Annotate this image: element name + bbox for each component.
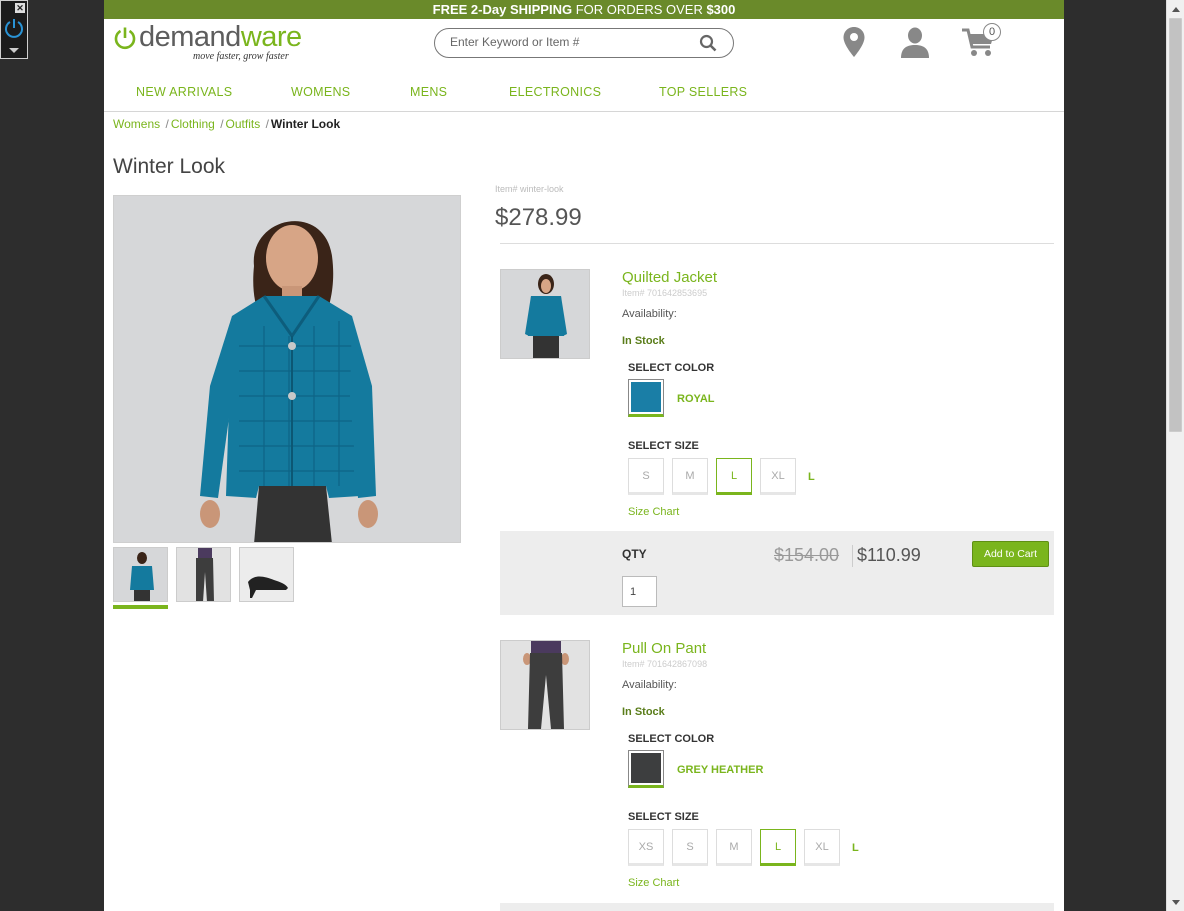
size-option-xl[interactable]: XL — [804, 829, 840, 866]
thumbnail-selected-indicator — [113, 605, 168, 609]
scroll-down-arrow-icon[interactable] — [1172, 900, 1180, 905]
breadcrumb-womens[interactable]: Womens — [113, 117, 160, 131]
sale-price: $110.99 — [857, 545, 921, 565]
selected-color-name: ROYAL — [677, 393, 715, 405]
product-name[interactable]: Quilted Jacket — [622, 269, 717, 286]
size-chart-link[interactable]: Size Chart — [628, 877, 679, 889]
jacket-thumb-illustration — [501, 270, 589, 358]
add-to-cart-bar-partial — [500, 903, 1054, 911]
set-price: $278.99 — [495, 204, 582, 231]
divider — [500, 243, 1054, 244]
nav-womens[interactable]: WOMENS — [291, 85, 350, 99]
vertical-scrollbar[interactable] — [1166, 0, 1184, 911]
original-price: $154.00 — [774, 545, 840, 565]
page: FREE 2-Day SHIPPING FOR ORDERS OVER $300… — [104, 0, 1064, 911]
qty-label: QTY — [622, 547, 647, 561]
dropdown-arrow-icon[interactable] — [9, 48, 19, 53]
swatch-fill — [631, 753, 661, 783]
model-jacket-illustration — [114, 196, 460, 542]
selected-size-value: L — [852, 842, 859, 854]
cart-count-badge: 0 — [983, 23, 1001, 41]
main-nav: NEW ARRIVALS WOMENS MENS ELECTRONICS TOP… — [104, 74, 1064, 112]
product-image[interactable] — [500, 640, 590, 730]
select-size-label: SELECT SIZE — [628, 440, 699, 452]
store-locator-icon[interactable] — [842, 26, 866, 58]
scroll-up-arrow-icon[interactable] — [1172, 7, 1180, 12]
breadcrumb-outfits[interactable]: Outfits — [226, 117, 261, 131]
thumbnail-pant[interactable] — [176, 547, 231, 602]
cart-button[interactable]: 0 — [961, 23, 1001, 61]
promo-amount: $300 — [706, 2, 736, 17]
swatch-fill — [631, 382, 661, 412]
account-icon[interactable] — [899, 27, 931, 59]
breadcrumb: Womens / Clothing / Outfits / Winter Look — [113, 117, 340, 131]
breadcrumb-separator: / — [220, 117, 224, 131]
pant-thumb-illustration — [501, 641, 589, 729]
size-option-xl[interactable]: XL — [760, 458, 796, 495]
product-item-number: Item# 701642853695 — [622, 288, 708, 298]
search-input[interactable] — [450, 35, 690, 49]
main-product-image[interactable] — [113, 195, 461, 543]
product-item-number: Item# 701642867098 — [622, 659, 708, 669]
thumbnail-shoe[interactable] — [239, 547, 294, 602]
promo-for-orders: FOR ORDERS OVER — [575, 2, 703, 17]
logo-tagline: move faster, grow faster — [193, 51, 289, 62]
logo-demand: demand — [139, 21, 241, 53]
breadcrumb-current: Winter Look — [270, 117, 341, 131]
thumb-shoe-illustration — [240, 548, 293, 601]
size-option-s[interactable]: S — [628, 458, 664, 495]
selected-size-value: L — [808, 471, 815, 483]
add-to-cart-bar: QTY $154.00 $110.99 Add to Cart — [500, 531, 1054, 615]
page-title: Winter Look — [113, 155, 226, 178]
size-option-m[interactable]: M — [672, 458, 708, 495]
product-pull-on-pant: Pull On Pant Item# 701642867098 Availabi… — [500, 640, 1054, 902]
power-icon[interactable] — [3, 17, 25, 39]
select-size-label: SELECT SIZE — [628, 811, 699, 823]
set-item-number: Item# winter-look — [495, 184, 564, 194]
thumb-jacket-illustration — [114, 548, 167, 601]
color-swatch-royal[interactable] — [628, 379, 664, 417]
size-option-m[interactable]: M — [716, 829, 752, 866]
thumbnail-jacket[interactable] — [113, 547, 168, 602]
select-color-label: SELECT COLOR — [628, 362, 715, 374]
select-color-label: SELECT COLOR — [628, 733, 715, 745]
size-option-s[interactable]: S — [672, 829, 708, 866]
promo-shipping: SHIPPING — [509, 2, 573, 17]
promo-banner: FREE 2-Day SHIPPING FOR ORDERS OVER $300 — [104, 0, 1064, 19]
promo-free: FREE 2-Day — [432, 2, 507, 17]
nav-mens[interactable]: MENS — [410, 85, 447, 99]
breadcrumb-clothing[interactable]: Clothing — [171, 117, 215, 131]
nav-top-sellers[interactable]: TOP SELLERS — [659, 85, 747, 99]
search-box[interactable] — [434, 28, 734, 58]
stock-status: In Stock — [622, 706, 665, 718]
power-widget[interactable]: ✕ — [0, 0, 28, 59]
thumb-pant-illustration — [177, 548, 230, 601]
product-name[interactable]: Pull On Pant — [622, 640, 706, 657]
color-swatch-grey-heather[interactable] — [628, 750, 664, 788]
quantity-input[interactable] — [622, 576, 657, 607]
size-option-l[interactable]: L — [716, 458, 752, 495]
header: demandware move faster, grow faster Ente… — [104, 19, 1064, 74]
product-image[interactable] — [500, 269, 590, 359]
nav-electronics[interactable]: ELECTRONICS — [509, 85, 601, 99]
close-icon[interactable]: ✕ — [15, 3, 25, 13]
selected-color-name: GREY HEATHER — [677, 764, 764, 776]
availability-label: Availability: — [622, 308, 677, 320]
nav-new-arrivals[interactable]: NEW ARRIVALS — [136, 85, 232, 99]
add-to-cart-button[interactable]: Add to Cart — [972, 541, 1049, 567]
logo-ware: ware — [240, 21, 302, 53]
size-option-l[interactable]: L — [760, 829, 796, 866]
logo-power-icon — [114, 27, 136, 50]
breadcrumb-separator: / — [165, 117, 169, 131]
stock-status: In Stock — [622, 335, 665, 347]
size-option-xs[interactable]: XS — [628, 829, 664, 866]
size-chart-link[interactable]: Size Chart — [628, 506, 679, 518]
search-icon[interactable] — [699, 34, 717, 52]
scrollbar-thumb[interactable] — [1169, 18, 1182, 432]
availability-label: Availability: — [622, 679, 677, 691]
product-quilted-jacket: Quilted Jacket Item# 701642853695 Availa… — [500, 269, 1054, 529]
breadcrumb-separator: / — [265, 117, 269, 131]
logo-wordmark: demandware — [139, 21, 302, 54]
price-separator — [852, 545, 853, 567]
